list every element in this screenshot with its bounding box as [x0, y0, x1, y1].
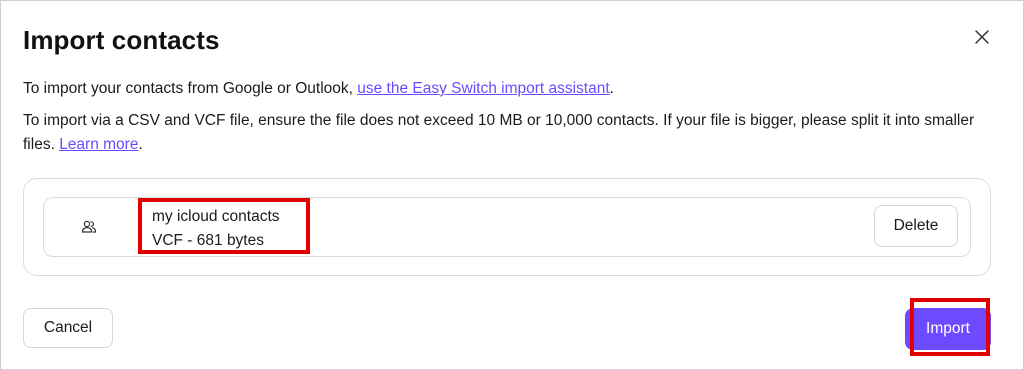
- instructions-text: To import via a CSV and VCF file, ensure…: [23, 112, 975, 153]
- import-contacts-dialog: Import contacts To import your contacts …: [0, 0, 1024, 370]
- instructions-text-end: .: [138, 136, 143, 153]
- close-button[interactable]: [966, 21, 998, 53]
- file-dropzone[interactable]: my icloud contacts VCF - 681 bytes Delet…: [23, 178, 991, 276]
- close-icon: [975, 30, 989, 44]
- file-name: my icloud contacts: [152, 208, 280, 225]
- cancel-button[interactable]: Cancel: [23, 308, 113, 348]
- learn-more-link[interactable]: Learn more: [59, 136, 138, 153]
- file-item: my icloud contacts VCF - 681 bytes Delet…: [43, 197, 971, 257]
- intro-text-end: .: [609, 80, 614, 97]
- easy-switch-link[interactable]: use the Easy Switch import assistant: [357, 80, 609, 97]
- intro-text: To import your contacts from Google or O…: [23, 80, 358, 97]
- instructions-paragraph: To import via a CSV and VCF file, ensure…: [23, 109, 1003, 157]
- intro-paragraph: To import your contacts from Google or O…: [23, 77, 1003, 101]
- file-info-highlight: my icloud contacts VCF - 681 bytes: [138, 198, 310, 254]
- import-button[interactable]: Import: [905, 308, 991, 350]
- contacts-icon: [81, 220, 97, 233]
- file-meta: VCF - 681 bytes: [152, 232, 264, 249]
- delete-button[interactable]: Delete: [874, 205, 958, 247]
- dialog-title: Import contacts: [23, 25, 220, 55]
